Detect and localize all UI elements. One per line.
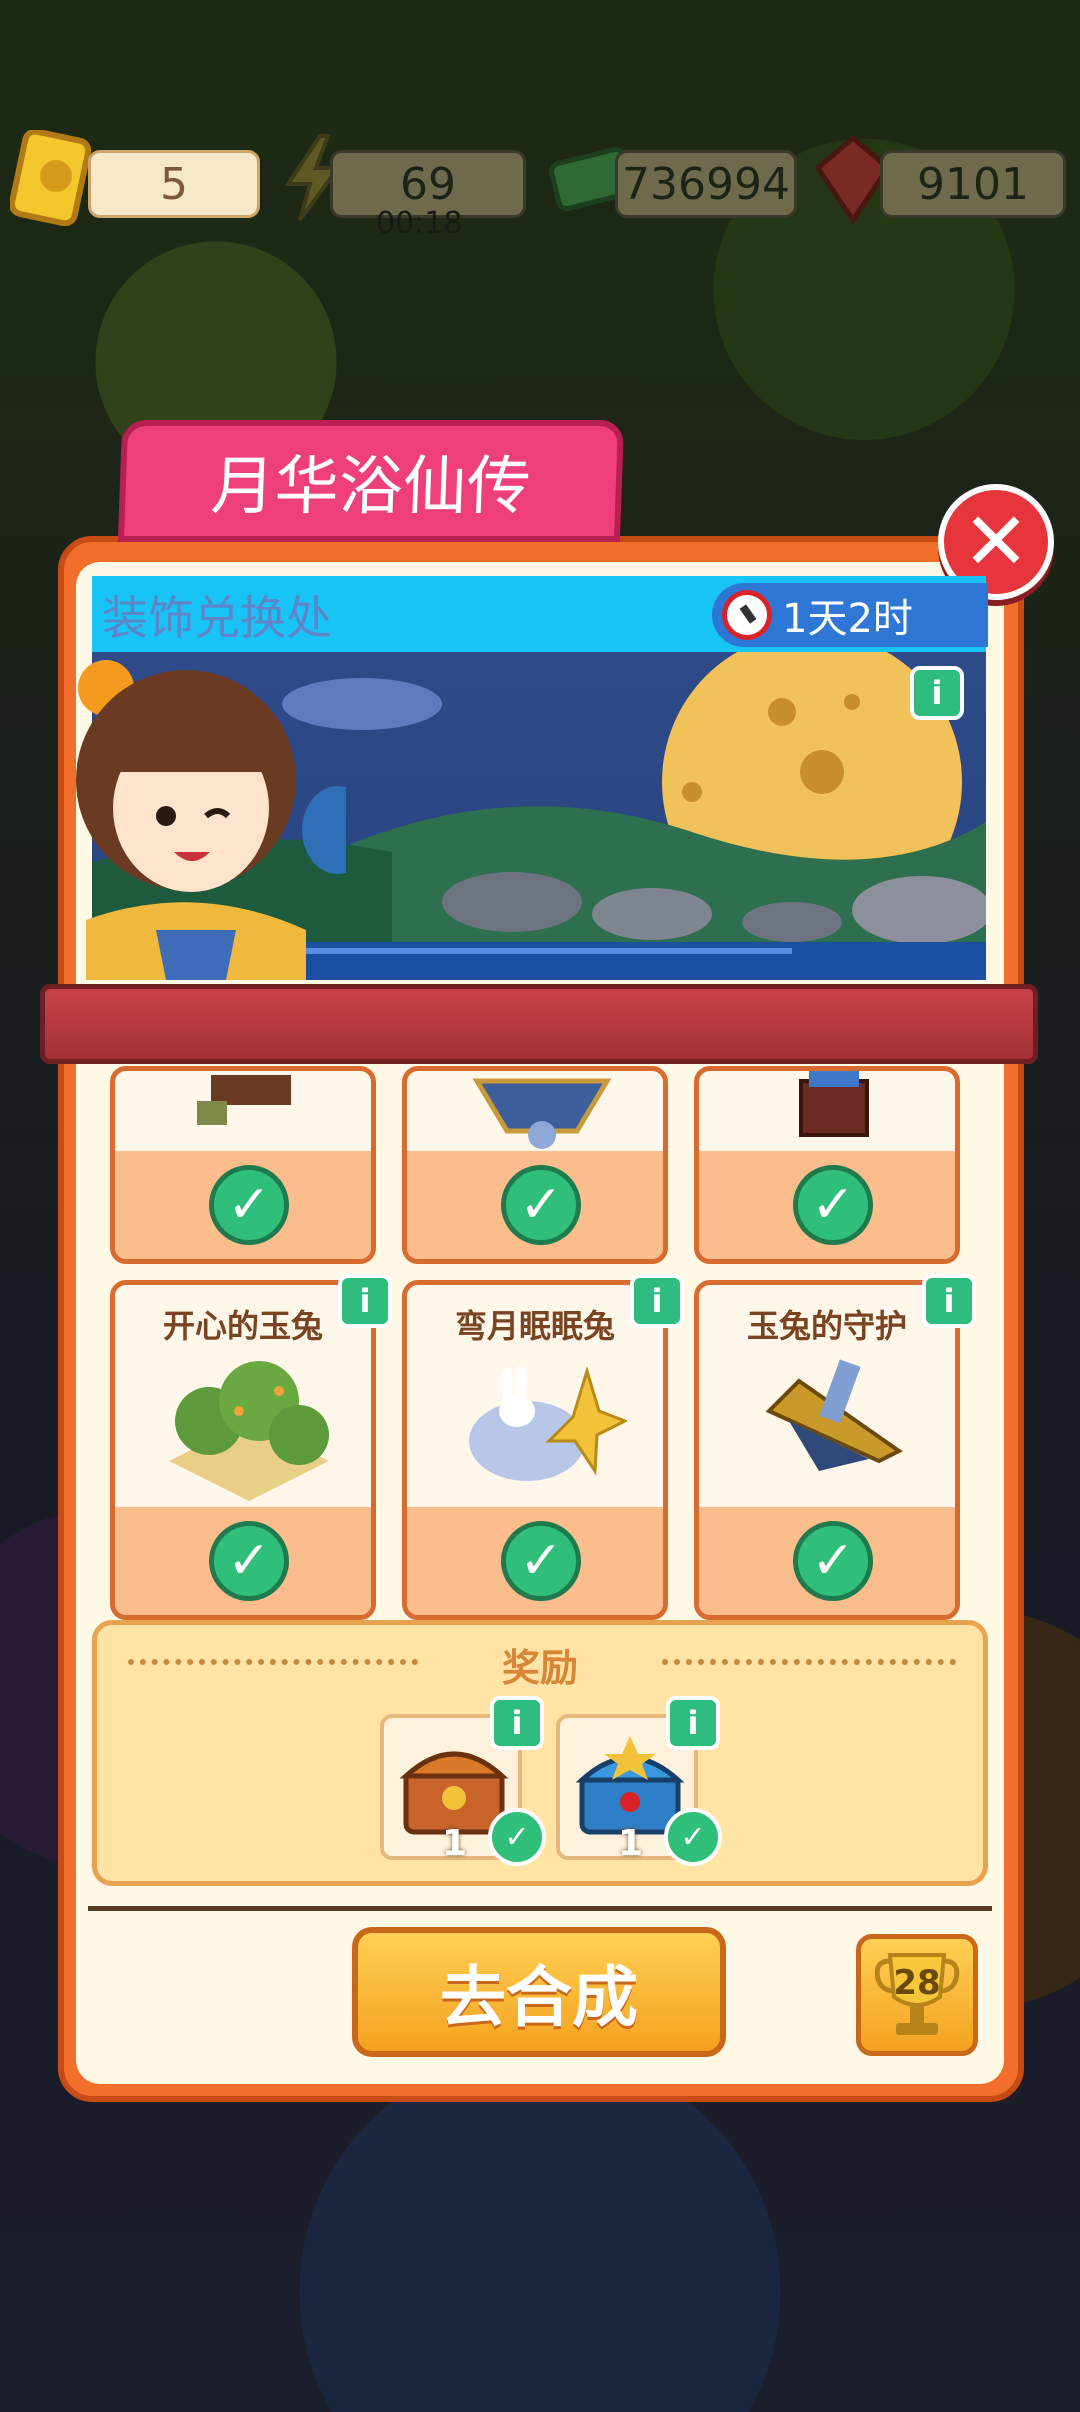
close-icon: ✕: [962, 495, 1030, 588]
completed-check-icon: ✓: [209, 1165, 289, 1245]
claimed-check-icon: ✓: [664, 1808, 722, 1866]
completed-check-icon: ✓: [501, 1165, 581, 1245]
rewards-title: 奖励: [501, 1646, 578, 1690]
energy-refill-timer: 00:18: [376, 206, 463, 241]
gem-count[interactable]: 9101: [880, 150, 1066, 218]
info-icon: i: [511, 1704, 523, 1742]
trophy-button[interactable]: 28: [856, 1934, 978, 2056]
item-name: 开心的玉兔: [162, 1307, 323, 1345]
info-icon: i: [359, 1282, 371, 1320]
decoration-card-crescent-sleepy-rabbit[interactable]: 弯月眠眠兔 ✓: [402, 1280, 668, 1620]
decoration-image: [472, 1078, 612, 1149]
event-title-banner: 月华浴仙传: [117, 420, 625, 542]
decoration-card-happy-jade-rabbit[interactable]: 开心的玉兔 ✓: [110, 1280, 376, 1620]
event-time-left: 1天2时: [782, 596, 913, 642]
reward-count: 1: [618, 1823, 644, 1864]
ticket-count[interactable]: 5: [88, 150, 260, 218]
footer-divider: [88, 1906, 992, 1911]
decoration-image: [197, 1075, 291, 1125]
completed-check-icon: ✓: [209, 1521, 289, 1601]
event-timer: 1天2时: [712, 583, 988, 647]
decoration-image: [169, 1361, 329, 1501]
decoration-card[interactable]: ✓: [110, 1066, 376, 1264]
character-rabbit-girl: [76, 660, 346, 980]
completed-check-icon: ✓: [793, 1165, 873, 1245]
cash-count[interactable]: 736994: [615, 150, 797, 218]
decoration-card[interactable]: ✓: [402, 1066, 668, 1264]
go-merge-button[interactable]: 去合成: [352, 1927, 726, 2057]
trophy-count: 28: [893, 1963, 941, 2003]
reward-info-button[interactable]: i: [666, 1696, 720, 1750]
completed-check-icon: ✓: [793, 1521, 873, 1601]
decoration-card-jade-rabbit-guardian[interactable]: 玉兔的守护 ✓: [694, 1280, 960, 1620]
reward-count: 1: [442, 1823, 468, 1864]
item-info-button[interactable]: i: [338, 1274, 392, 1328]
item-name: 玉兔的守护: [746, 1307, 907, 1345]
item-info-button[interactable]: i: [630, 1274, 684, 1328]
info-icon: i: [943, 1282, 955, 1320]
clock-icon: [722, 590, 772, 640]
item-info-button[interactable]: i: [922, 1274, 976, 1328]
decoration-image: [765, 1359, 903, 1471]
decoration-image: [799, 1071, 869, 1137]
item-name: 弯月眠眠兔: [454, 1307, 615, 1345]
ticket-icon: [10, 130, 92, 226]
completed-check-icon: ✓: [501, 1521, 581, 1601]
info-icon: i: [931, 674, 943, 712]
info-icon: i: [651, 1282, 663, 1320]
decoration-image: [469, 1365, 627, 1481]
wooden-shelf-divider: [40, 984, 1038, 1064]
event-info-button[interactable]: i: [910, 666, 964, 720]
info-icon: i: [687, 1704, 699, 1742]
claimed-check-icon: ✓: [488, 1808, 546, 1866]
reward-info-button[interactable]: i: [490, 1696, 544, 1750]
decoration-card[interactable]: ✓: [694, 1066, 960, 1264]
